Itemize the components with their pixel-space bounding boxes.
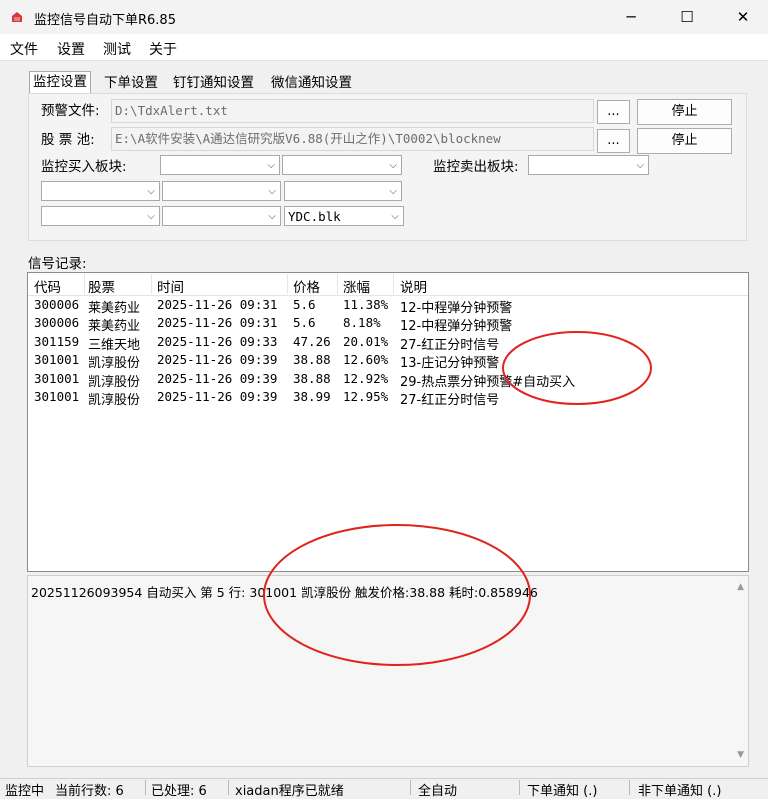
status-monitoring: 监控中 bbox=[5, 784, 45, 799]
status-processed: 已处理: 6 bbox=[151, 784, 207, 799]
status-order-notify: 下单通知 (.) bbox=[527, 784, 598, 799]
status-current-rows: 当前行数: 6 bbox=[55, 784, 124, 799]
annotation-circle-auto-buy bbox=[502, 331, 652, 405]
status-bar: 监控中 当前行数: 6 已处理: 6 xiadan程序已就绪 全自动 下单通知 … bbox=[0, 778, 768, 799]
status-auto-mode: 全自动 bbox=[418, 784, 458, 799]
red-annotation-circles bbox=[263, 331, 652, 666]
annotation-circle-log bbox=[263, 524, 531, 666]
status-non-order-notify: 非下单通知 (.) bbox=[638, 784, 722, 799]
status-ready: xiadan程序已就绪 bbox=[235, 784, 344, 799]
